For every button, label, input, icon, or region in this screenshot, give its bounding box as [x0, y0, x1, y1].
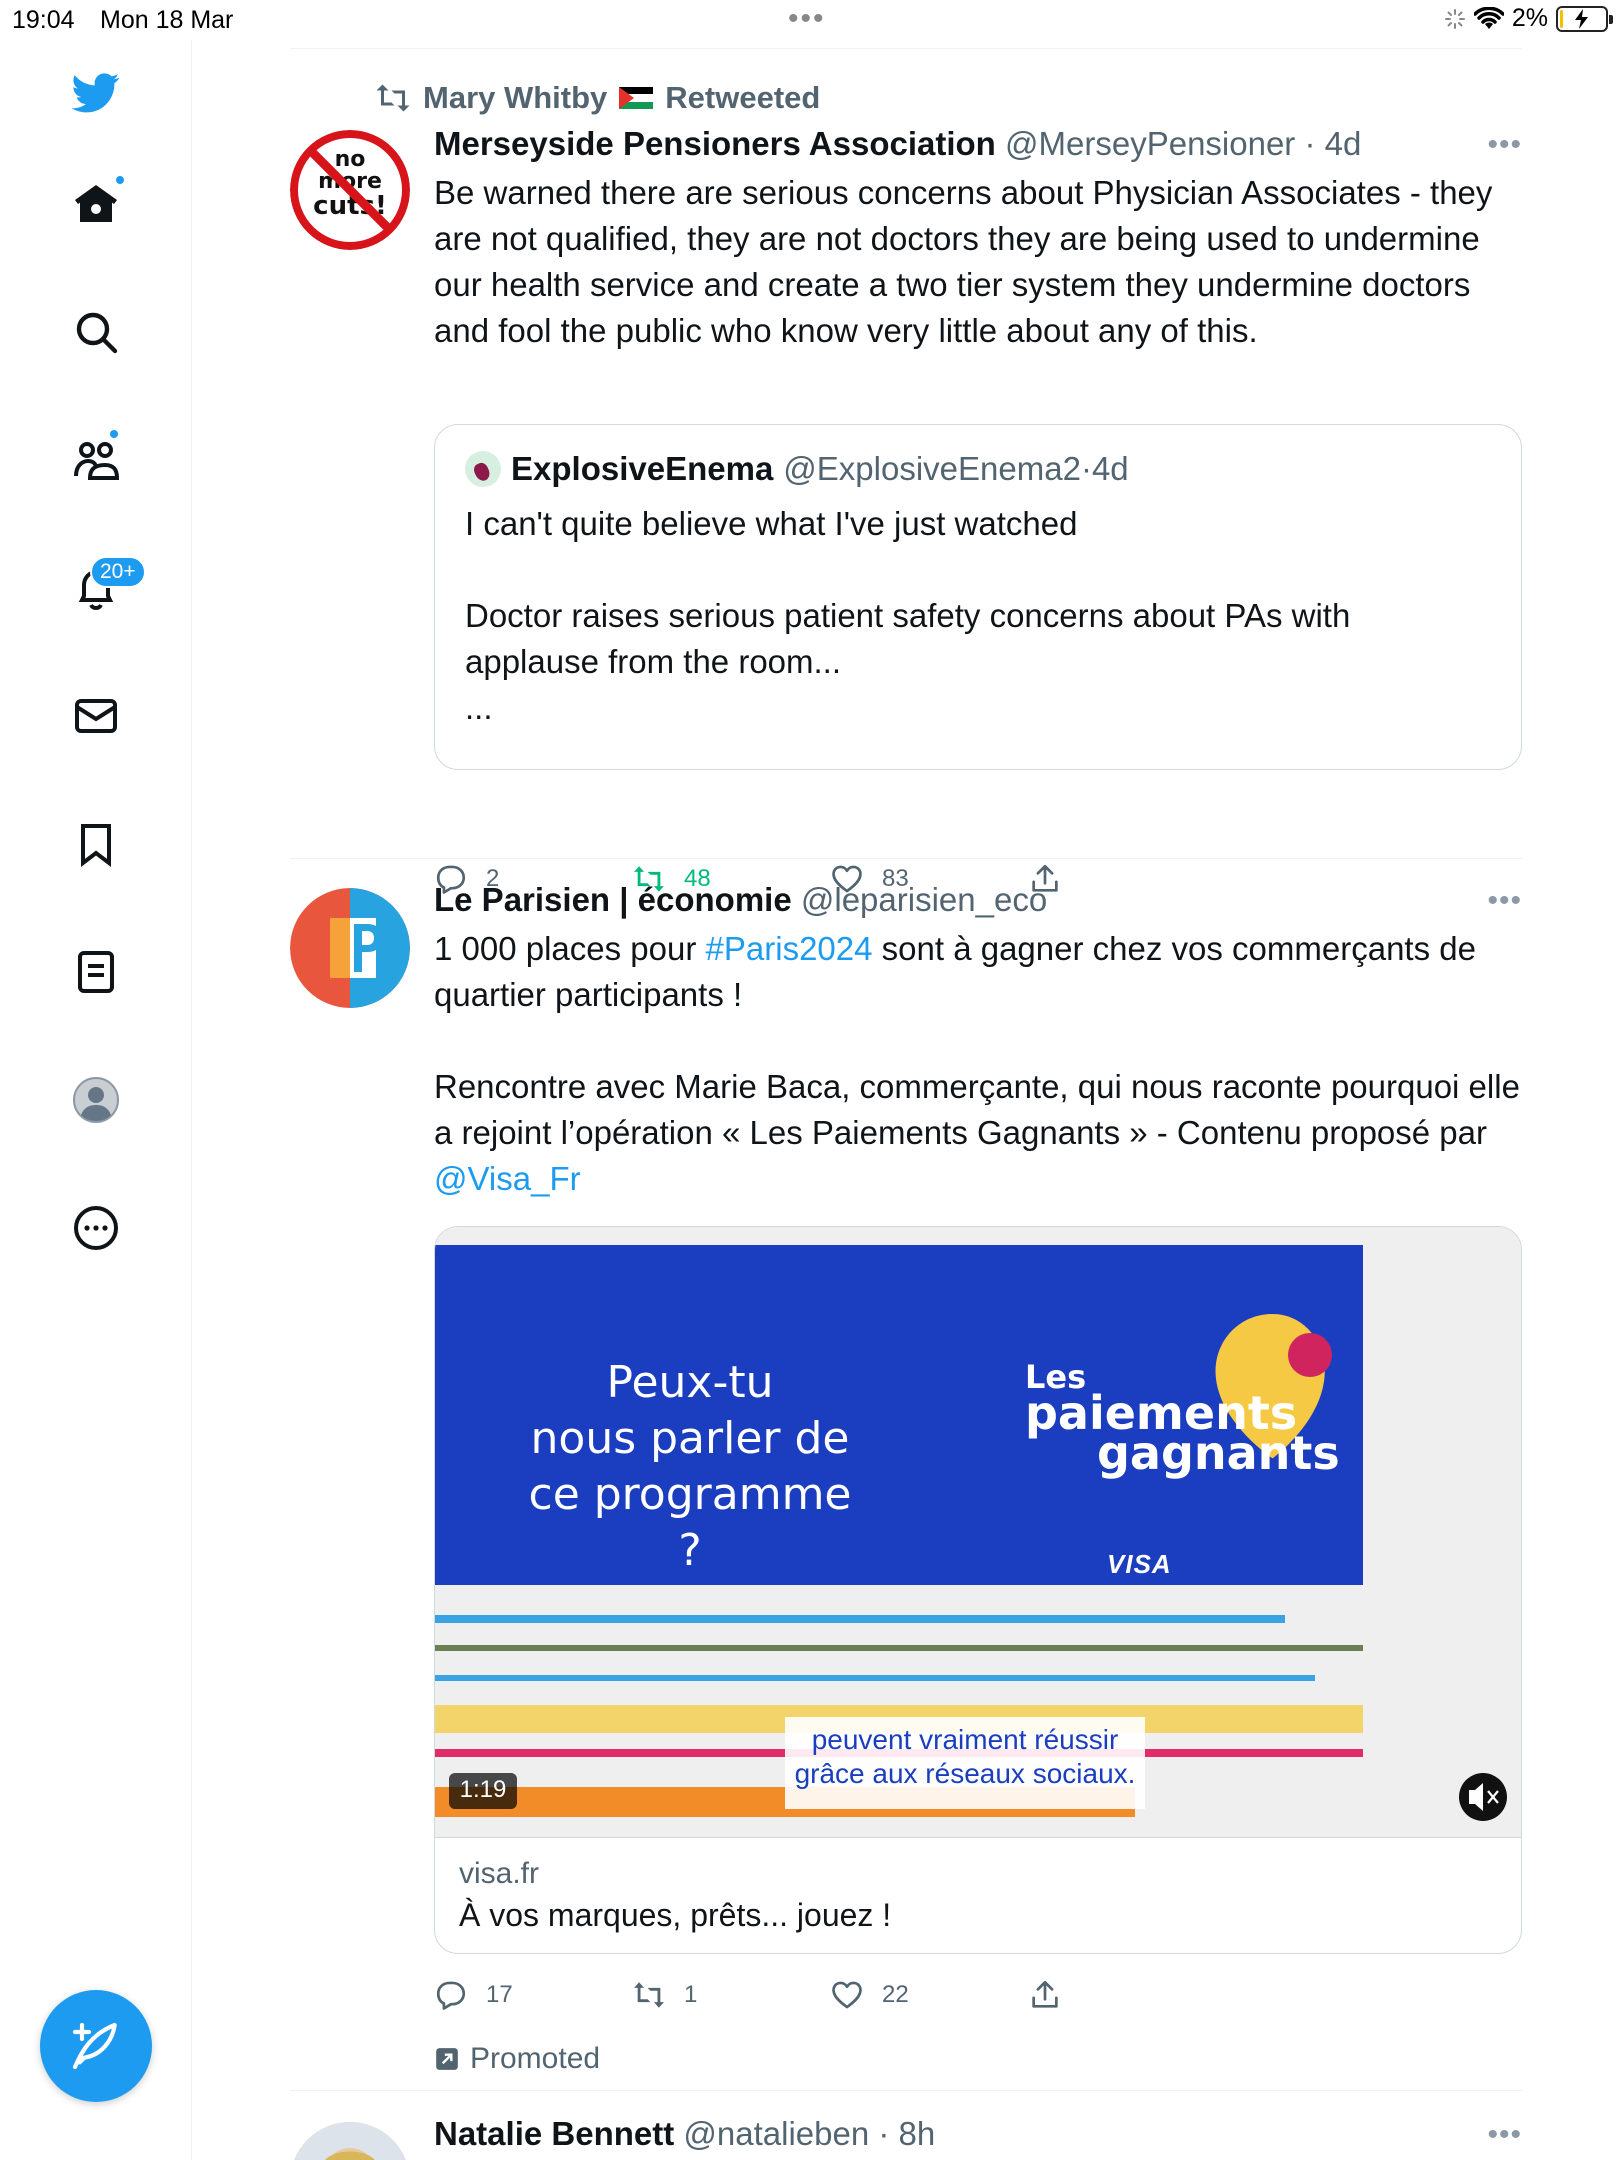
reply-count: 17	[486, 1981, 513, 2008]
palestine-flag-icon	[619, 87, 654, 109]
tweet-actions: 17 1 22	[434, 1978, 1522, 2018]
video-headline: Peux-tu nous parler de ce programme ?	[528, 1357, 852, 1576]
retweet-button[interactable]: 1	[632, 1978, 697, 2012]
home-new-dot	[114, 174, 126, 186]
author-name[interactable]: Natalie Bennett	[434, 2115, 674, 2152]
wifi-icon	[1473, 6, 1504, 29]
like-count: 22	[882, 1981, 909, 2008]
communities-icon[interactable]	[58, 422, 134, 498]
tweet-time[interactable]: 4d	[1325, 125, 1362, 162]
card-domain: visa.fr	[459, 1857, 540, 1890]
notifications-badge: 20+	[90, 556, 146, 588]
hashtag-link[interactable]: #Paris2024	[706, 930, 873, 967]
video-caption: peuvent vraiment réussir grâce aux résea…	[785, 1723, 1145, 1791]
status-bar: 19:04 Mon 18 Mar ••• 2%	[0, 0, 1620, 40]
feed-top-divider	[290, 48, 1522, 49]
lists-icon[interactable]	[58, 934, 134, 1010]
tweet-more-icon[interactable]: •••	[1487, 884, 1522, 918]
retweet-context-suffix: Retweeted	[665, 80, 821, 115]
compose-feather-icon	[72, 2022, 117, 2070]
tweet-divider	[290, 858, 1522, 859]
communities-new-dot	[108, 428, 120, 440]
reply-button[interactable]: 17	[434, 1978, 513, 2012]
heart-icon	[832, 1981, 862, 2009]
author-handle[interactable]: @leparisien_eco	[801, 881, 1047, 918]
loading-spinner-icon	[1444, 8, 1465, 29]
retweeter-name[interactable]: Mary Whitby	[423, 80, 607, 116]
reply-icon	[436, 1981, 466, 2010]
caption-line: grâce aux réseaux sociaux.	[794, 1758, 1136, 1789]
retweet-count: 1	[684, 1981, 698, 2008]
video-brand-logo: Les paiements gagnants	[1025, 1357, 1340, 1476]
tweet-header: Natalie Bennett @natalieben · 8h	[434, 2115, 936, 2152]
author-name[interactable]: Le Parisien | économie	[434, 881, 792, 918]
video-duration: 1:19	[459, 1776, 507, 1803]
retweet-context-icon	[376, 84, 410, 112]
home-icon[interactable]	[58, 166, 134, 242]
tweet-text: 1 000 places pour #Paris2024 sont à gagn…	[434, 926, 1522, 1202]
promoted-icon	[436, 2048, 458, 2070]
bookmarks-icon[interactable]	[58, 806, 134, 882]
quoted-text: I can't quite believe what I've just wat…	[465, 505, 1351, 726]
more-icon[interactable]	[58, 1190, 134, 1266]
quoted-author-name: ExplosiveEnema	[511, 450, 774, 487]
tweet-merseyside[interactable]: Mary Whitby Retweeted no more cuts! Mers…	[290, 80, 1522, 894]
visa-logo: VISA	[1107, 1549, 1172, 1579]
tweet-time[interactable]: 8h	[899, 2115, 936, 2152]
tweet-header: Le Parisien | économie @leparisien_eco	[434, 880, 1522, 920]
retweet-icon	[634, 1982, 664, 2008]
avatar-natalie[interactable]	[290, 2122, 410, 2160]
card-footer[interactable]: visa.fr À vos marques, prêts... jouez !	[435, 1837, 1521, 1952]
battery-percent: 2%	[1511, 4, 1548, 32]
retweet-context: Mary Whitby Retweeted	[375, 80, 820, 116]
multitasking-dots-icon[interactable]: •••	[788, 4, 826, 34]
tweet-natalie[interactable]: Natalie Bennett @natalieben · 8h •••	[290, 2114, 1522, 2160]
tweet-divider	[290, 2090, 1522, 2091]
profile-icon[interactable]	[58, 1062, 134, 1138]
author-name[interactable]: Merseyside Pensioners Association	[434, 125, 996, 162]
sidebar-nav: 20+	[0, 40, 192, 2160]
share-icon	[1032, 1980, 1058, 2008]
tweet-header: Merseyside Pensioners Association @Merse…	[434, 125, 1362, 162]
quoted-tweet[interactable]: ExplosiveEnema @ExplosiveEnema2 · 4d I c…	[434, 424, 1522, 770]
avatar-merseyside[interactable]: no more cuts!	[290, 130, 410, 250]
tweet-text: Be warned there are serious concerns abo…	[434, 174, 1502, 349]
card-title: À vos marques, prêts... jouez !	[459, 1897, 892, 1933]
like-button[interactable]: 22	[830, 1978, 909, 2012]
caption-line: peuvent vraiment réussir	[811, 1724, 1119, 1755]
promo-video-card[interactable]: Peux-tu nous parler de ce programme ? Le…	[434, 1226, 1522, 1954]
author-handle[interactable]: @natalieben	[683, 2115, 869, 2152]
promoted-label: Promoted	[434, 2042, 600, 2076]
mention-link[interactable]: @Visa_Fr	[434, 1160, 581, 1197]
share-button[interactable]	[1028, 1978, 1062, 2012]
promoted-text: Promoted	[470, 2042, 601, 2075]
tweet-leparisien[interactable]: Le Parisien | économie @leparisien_eco •…	[290, 880, 1522, 2076]
status-date: Mon 18 Mar	[100, 6, 234, 34]
search-icon[interactable]	[58, 294, 134, 370]
author-handle[interactable]: @MerseyPensioner	[1005, 125, 1295, 162]
messages-icon[interactable]	[58, 678, 134, 754]
status-time: 19:04	[12, 6, 75, 34]
avatar-leparisien[interactable]	[290, 888, 410, 1008]
tweet-more-icon[interactable]: •••	[1487, 128, 1522, 162]
quoted-time: 4d	[1091, 450, 1129, 487]
quoted-author-handle: @ExplosiveEnema2	[783, 450, 1081, 487]
twitter-bird-icon[interactable]	[58, 54, 134, 130]
tweet-more-icon[interactable]: •••	[1487, 2118, 1522, 2152]
video-player[interactable]: Peux-tu nous parler de ce programme ? Le…	[435, 1227, 1521, 1837]
battery-icon	[1556, 5, 1613, 32]
tweet-text-part: 1 000 places pour	[434, 930, 706, 967]
quoted-avatar[interactable]	[465, 451, 501, 487]
mute-toggle-icon[interactable]	[1459, 1773, 1507, 1821]
compose-tweet-button[interactable]	[40, 1990, 152, 2102]
